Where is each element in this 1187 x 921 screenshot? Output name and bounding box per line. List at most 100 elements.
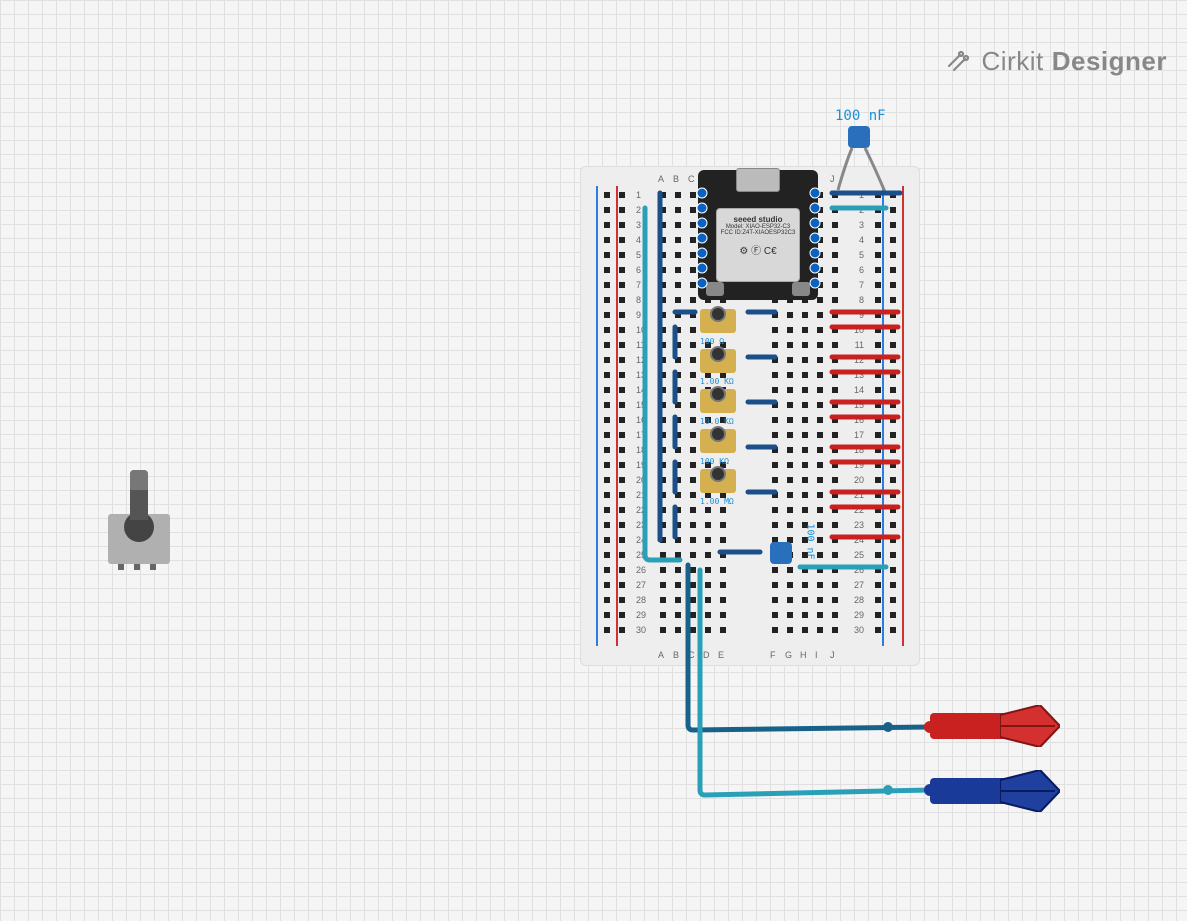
row-label: 22: [854, 505, 864, 515]
row-label: 7: [636, 280, 641, 290]
col-label: B: [673, 174, 679, 184]
col-label: B: [673, 650, 679, 660]
mcu-brand: seeed studio: [717, 215, 799, 224]
row-label: 30: [854, 625, 864, 635]
row-label: 10: [636, 325, 646, 335]
row-label: 1: [859, 190, 864, 200]
potentiometer-component[interactable]: [104, 470, 174, 570]
row-label: 18: [854, 445, 864, 455]
col-label: C: [688, 650, 695, 660]
xiao-esp32c3-board[interactable]: seeed studio Model: XIAO-ESP32-C3 FCC ID…: [698, 170, 818, 300]
row-label: 3: [636, 220, 641, 230]
row-label: 23: [854, 520, 864, 530]
col-label: G: [785, 650, 792, 660]
row-label: 17: [854, 430, 864, 440]
row-label: 6: [859, 265, 864, 275]
row-label: 4: [859, 235, 864, 245]
row-label: 13: [854, 370, 864, 380]
row-label: 8: [636, 295, 641, 305]
row-label: 19: [636, 460, 646, 470]
capacitor-bottom-label: 100 nF: [805, 523, 816, 559]
row-label: 15: [854, 400, 864, 410]
row-label: 20: [854, 475, 864, 485]
row-label: 25: [636, 550, 646, 560]
rail-holes-right: [871, 188, 900, 637]
row-label: 1: [636, 190, 641, 200]
row-label: 26: [854, 565, 864, 575]
capacitor-top-label: 100 nF: [835, 108, 886, 124]
trimpot-1m[interactable]: 1.00 MΩ: [700, 466, 736, 496]
row-label: 16: [636, 415, 646, 425]
row-label: 5: [636, 250, 641, 260]
row-label: 14: [636, 385, 646, 395]
row-label: 28: [854, 595, 864, 605]
row-label: 23: [636, 520, 646, 530]
power-rail-left-neg: [596, 186, 598, 646]
row-label: 13: [636, 370, 646, 380]
row-label: 28: [636, 595, 646, 605]
col-label: H: [800, 650, 807, 660]
row-label: 12: [854, 355, 864, 365]
row-label: 29: [636, 610, 646, 620]
row-label: 5: [859, 250, 864, 260]
mcu-button-r[interactable]: [792, 282, 810, 296]
row-label: 2: [859, 205, 864, 215]
row-label: 27: [636, 580, 646, 590]
capacitor-bottom[interactable]: [770, 542, 792, 564]
row-label: 4: [636, 235, 641, 245]
mcu-fcc: FCC ID:Z4T-XIAOESP32C3: [717, 230, 799, 236]
row-label: 14: [854, 385, 864, 395]
row-label: 17: [636, 430, 646, 440]
capacitor-top[interactable]: [848, 126, 870, 148]
app-logo: Cirkit Designer: [946, 46, 1167, 77]
logo-product-text: Designer: [1052, 46, 1167, 77]
row-label: 24: [854, 535, 864, 545]
mcu-shield: seeed studio Model: XIAO-ESP32-C3 FCC ID…: [716, 208, 800, 282]
row-label: 12: [636, 355, 646, 365]
trimpot-10k[interactable]: 10.0 KΩ: [700, 386, 736, 416]
row-label: 3: [859, 220, 864, 230]
row-label: 16: [854, 415, 864, 425]
row-label: 8: [859, 295, 864, 305]
row-label: 10: [854, 325, 864, 335]
row-label: 7: [859, 280, 864, 290]
row-label: 2: [636, 205, 641, 215]
row-label: 30: [636, 625, 646, 635]
col-label: D: [703, 650, 710, 660]
rail-holes-left: [600, 188, 629, 637]
col-label: F: [770, 650, 776, 660]
row-label: 11: [855, 340, 864, 350]
row-label: 9: [636, 310, 641, 320]
row-label: 27: [854, 580, 864, 590]
pot-pins: [118, 564, 156, 570]
usb-c-port: [736, 168, 780, 192]
power-rail-right-pos: [902, 186, 904, 646]
pot-shaft: [130, 470, 148, 520]
row-label: 6: [636, 265, 641, 275]
alligator-clip-red[interactable]: [930, 705, 1060, 747]
row-label: 11: [636, 340, 645, 350]
col-label: A: [658, 174, 664, 184]
col-label: A: [658, 650, 664, 660]
col-label: I: [815, 650, 818, 660]
mcu-button-b[interactable]: [706, 282, 724, 296]
row-label: 21: [854, 490, 864, 500]
row-label: 19: [854, 460, 864, 470]
logo-brand-text: Cirkit: [982, 46, 1044, 77]
trimpot-1k[interactable]: 1.00 KΩ: [700, 346, 736, 376]
trimpot-100k[interactable]: 100 KΩ: [700, 426, 736, 456]
row-label: 24: [636, 535, 646, 545]
row-label: 29: [854, 610, 864, 620]
row-label: 26: [636, 565, 646, 575]
row-label: 21: [636, 490, 646, 500]
col-label: C: [688, 174, 695, 184]
row-label: 25: [854, 550, 864, 560]
row-label: 15: [636, 400, 646, 410]
col-label: J: [830, 650, 835, 660]
row-label: 22: [636, 505, 646, 515]
row-label: 20: [636, 475, 646, 485]
alligator-clip-blue[interactable]: [930, 770, 1060, 812]
col-label: J: [830, 174, 835, 184]
trimpot-100ohm[interactable]: 100 Ω: [700, 306, 736, 336]
logo-icon: [946, 48, 974, 76]
